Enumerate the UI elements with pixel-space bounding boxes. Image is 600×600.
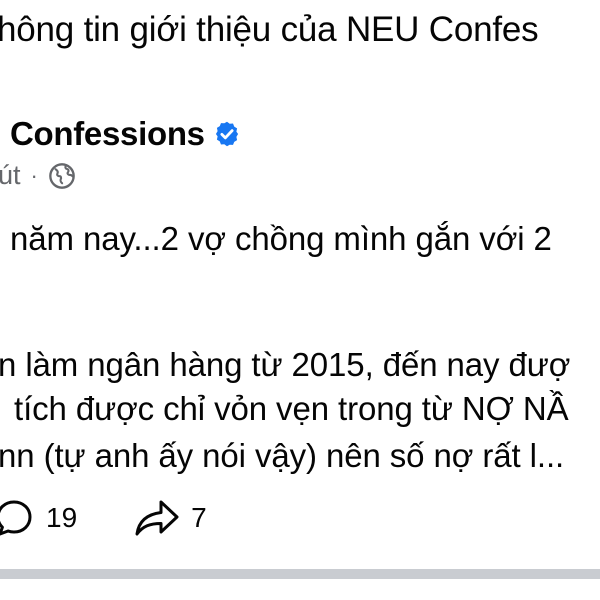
post-header: Confessions <box>10 115 241 153</box>
globe-icon <box>48 162 76 190</box>
feed-divider <box>0 569 600 579</box>
post-meta: út · <box>0 160 76 191</box>
post-text-line: năm nay...2 vợ chồng mình gắn với 2 <box>10 220 552 257</box>
next-post-area <box>0 579 600 600</box>
comment-count: 19 <box>46 502 78 533</box>
share-button[interactable]: 7 <box>77 496 207 540</box>
post-time[interactable]: út <box>0 160 21 191</box>
verified-badge-icon <box>213 120 241 148</box>
share-arrow-icon <box>133 496 181 540</box>
comment-bubble-icon <box>0 496 34 540</box>
share-count: 7 <box>191 502 207 533</box>
page-name[interactable]: Confessions <box>10 115 205 153</box>
post-actions: 19 7 <box>0 496 207 540</box>
post-text-line: nn (tự anh ấy nói vậy) nên số nợ rất l..… <box>0 437 565 474</box>
post-text-line: tích được chỉ vỏn vẹn trong từ NỢ NẦ <box>14 390 569 427</box>
comment-button[interactable]: 19 <box>0 496 77 540</box>
meta-separator: · <box>30 162 38 188</box>
post-text-line: n làm ngân hàng từ 2015, đến nay đượ <box>0 346 571 383</box>
intro-link-text[interactable]: hông tin giới thiệu của NEU Confes <box>0 10 539 50</box>
